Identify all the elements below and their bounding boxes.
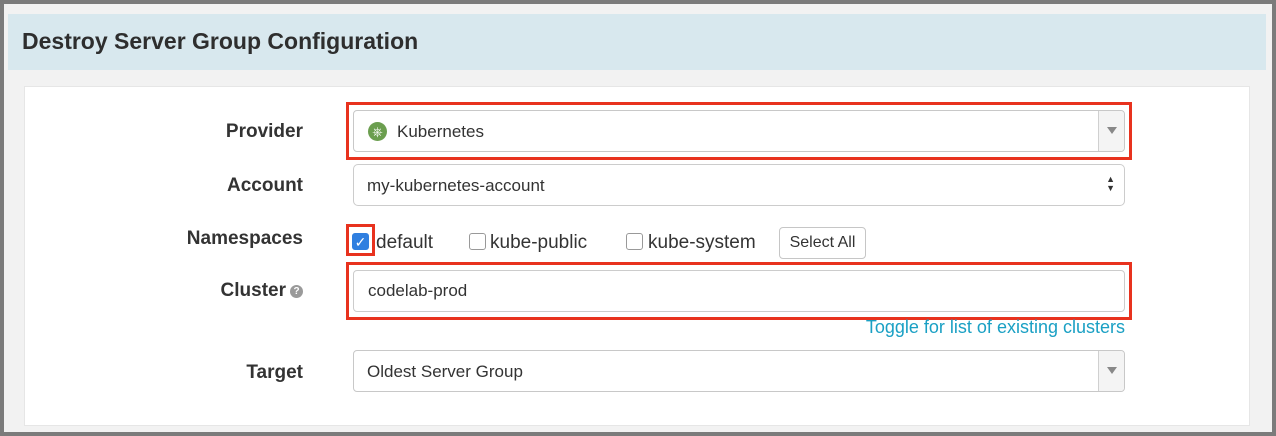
- question-circle-icon[interactable]: ?: [290, 285, 303, 298]
- target-value: Oldest Server Group: [367, 362, 523, 381]
- target-dropdown-toggle[interactable]: [1098, 351, 1124, 391]
- namespace-checkbox-kube-system[interactable]: [626, 233, 643, 250]
- namespace-label-kube-public[interactable]: kube-public: [490, 232, 587, 254]
- chevron-down-icon: [1107, 367, 1117, 374]
- namespace-checkbox-kube-public[interactable]: [469, 233, 486, 250]
- provider-select[interactable]: ⎈ Kubernetes: [353, 110, 1125, 152]
- page-title: Destroy Server Group Configuration: [22, 28, 419, 54]
- namespace-label-default[interactable]: default: [376, 232, 433, 254]
- account-value: my-kubernetes-account: [367, 176, 545, 195]
- cluster-input[interactable]: [353, 270, 1125, 312]
- target-label: Target: [246, 362, 303, 383]
- account-select[interactable]: my-kubernetes-account ▲ ▼: [353, 164, 1125, 206]
- sort-updown-icon: ▲ ▼: [1106, 174, 1115, 193]
- provider-dropdown-toggle[interactable]: [1098, 111, 1124, 151]
- target-select[interactable]: Oldest Server Group: [353, 350, 1125, 392]
- kubernetes-icon: ⎈: [368, 122, 387, 141]
- select-all-button[interactable]: Select All: [779, 227, 866, 259]
- namespace-checkbox-default[interactable]: ✓: [352, 233, 369, 250]
- namespaces-label: Namespaces: [186, 228, 303, 249]
- panel-header: Destroy Server Group Configuration: [8, 14, 1266, 70]
- account-label: Account: [227, 175, 303, 196]
- cluster-label-wrap: Cluster?: [221, 280, 303, 302]
- provider-label: Provider: [225, 121, 303, 142]
- namespace-label-kube-system[interactable]: kube-system: [648, 232, 756, 254]
- provider-value: Kubernetes: [397, 122, 484, 141]
- cluster-label: Cluster: [220, 280, 286, 301]
- toggle-existing-clusters-link[interactable]: Toggle for list of existing clusters: [866, 317, 1125, 338]
- chevron-down-icon: [1107, 127, 1117, 134]
